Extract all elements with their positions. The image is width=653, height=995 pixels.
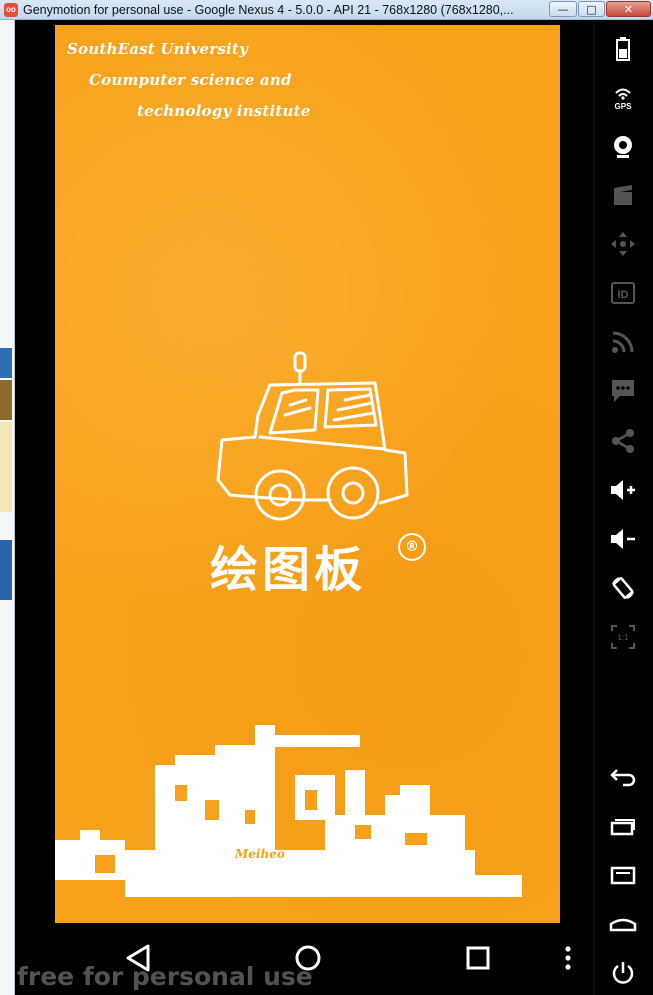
toolbar-menu-button[interactable] [603, 858, 643, 892]
personal-use-watermark: free for personal use [17, 962, 313, 991]
gps-button[interactable]: GPS [603, 80, 643, 114]
genymotion-toolbar: GPS ID 1:1 [595, 20, 653, 995]
emulator-display: SouthEast University Coumputer science a… [15, 20, 593, 995]
minimize-button[interactable]: — [549, 1, 577, 17]
car-sketch-illustration [216, 351, 409, 521]
volume-up-button[interactable] [603, 473, 643, 507]
window-titlebar: oo Genymotion for personal use - Google … [0, 0, 653, 20]
brand-signature: Meiheo [235, 847, 285, 861]
toolbar-home-button[interactable] [603, 907, 643, 941]
institute-line-2: technology institute [137, 102, 311, 120]
gps-label: GPS [615, 102, 633, 111]
splash-screen[interactable]: SouthEast University Coumputer science a… [55, 25, 560, 923]
webcam-button[interactable] [603, 130, 643, 164]
toolbar-recent-apps-button[interactable] [603, 809, 643, 843]
share-button[interactable] [603, 424, 643, 458]
square-recents-icon [466, 946, 489, 970]
power-icon [612, 962, 634, 984]
toolbar-power-button[interactable] [603, 956, 643, 990]
genymotion-app-icon: oo [4, 2, 18, 17]
screencast-button[interactable] [603, 178, 643, 212]
pixel-perfect-label: 1:1 [617, 633, 629, 642]
overflow-dots-icon [564, 946, 571, 970]
battery-icon [616, 37, 630, 61]
remote-control-icon [611, 232, 635, 256]
back-icon [610, 769, 636, 787]
host-edge-block [0, 348, 12, 378]
host-edge-block [0, 540, 12, 600]
registered-mark: ® [398, 533, 426, 561]
host-edge-block [0, 422, 12, 512]
screencast-icon [614, 185, 632, 205]
minimize-icon: — [557, 2, 569, 16]
skyline-silhouette [55, 725, 522, 897]
host-window-edge [0, 20, 15, 995]
sms-button[interactable] [603, 374, 643, 408]
volume-up-icon [611, 480, 635, 500]
menu-icon [610, 866, 636, 885]
close-icon: ✕ [623, 2, 634, 16]
webcam-icon [614, 136, 632, 158]
rotate-icon [612, 577, 634, 599]
gps-icon: GPS [615, 88, 633, 111]
toolbar-back-button[interactable] [603, 760, 643, 794]
app-name-logo: 绘图板 [210, 542, 367, 598]
institute-line-1: Coumputer science and [89, 71, 292, 89]
volume-down-icon [611, 529, 635, 549]
remote-control-button[interactable] [603, 227, 643, 261]
host-edge-block [0, 380, 12, 420]
volume-down-button[interactable] [603, 522, 643, 556]
university-name: SouthEast University [67, 40, 248, 58]
id-icon: ID [611, 282, 635, 304]
close-button[interactable]: ✕ [606, 1, 651, 17]
nav-recents-button[interactable] [455, 925, 500, 991]
sms-icon [612, 380, 634, 402]
battery-button[interactable] [603, 32, 643, 66]
rotate-button[interactable] [603, 571, 643, 605]
pixel-perfect-icon: 1:1 [611, 625, 635, 649]
pixel-perfect-button[interactable]: 1:1 [603, 620, 643, 654]
nav-overflow-button[interactable] [555, 925, 580, 991]
network-button[interactable] [603, 325, 643, 359]
home-icon [609, 918, 637, 932]
device-id-button[interactable]: ID [603, 276, 643, 310]
recent-apps-icon [610, 819, 635, 836]
network-icon [612, 331, 634, 353]
maximize-icon: □ [586, 2, 597, 16]
maximize-button[interactable]: □ [578, 1, 605, 17]
id-label: ID [618, 289, 629, 301]
window-title: Genymotion for personal use - Google Nex… [23, 2, 514, 17]
share-icon [612, 429, 634, 453]
